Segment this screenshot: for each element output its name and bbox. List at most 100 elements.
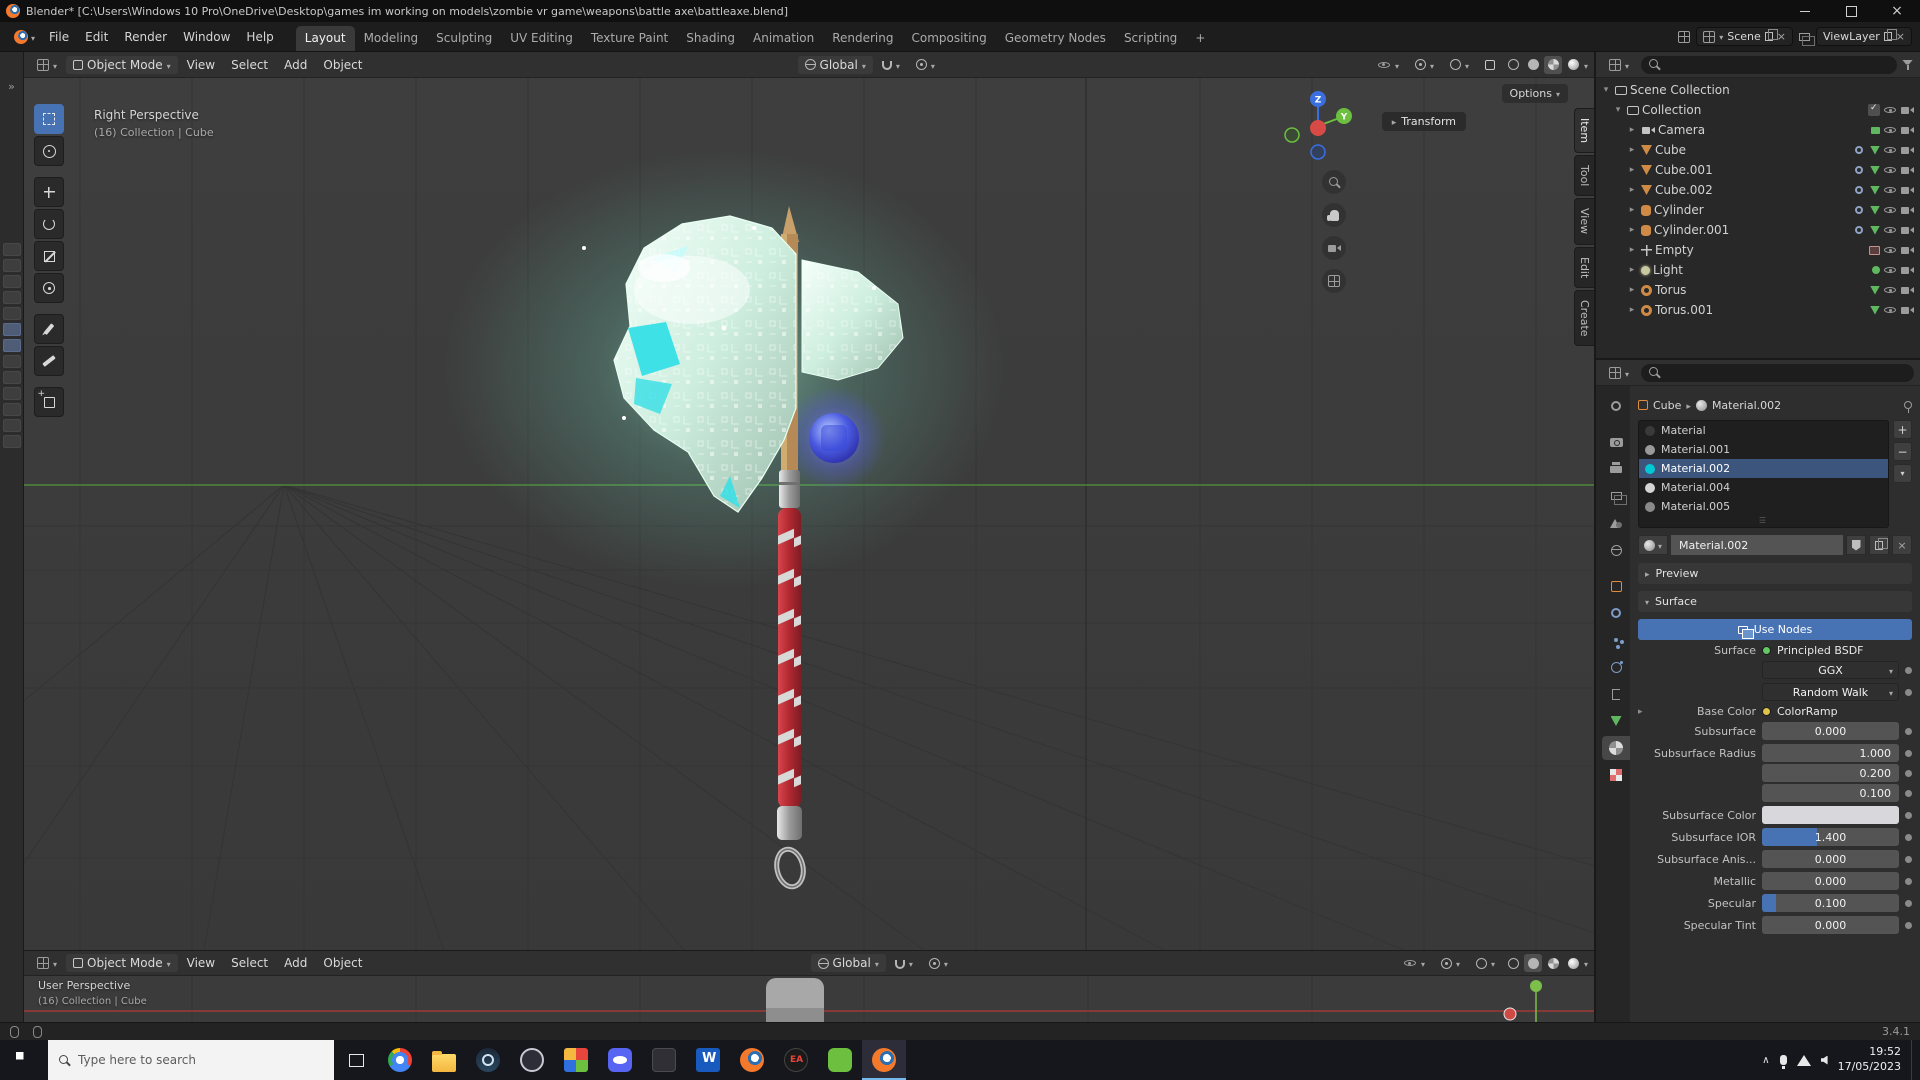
ea-taskbar-button[interactable] (774, 1040, 818, 1080)
editor-type-button[interactable] (30, 56, 64, 74)
photos-taskbar-button[interactable] (554, 1040, 598, 1080)
pin-id-icon[interactable] (1904, 401, 1912, 413)
word-taskbar-button[interactable] (686, 1040, 730, 1080)
sidebar-tab-edit[interactable]: Edit (1574, 246, 1594, 288)
subsurface-color-swatch[interactable] (1762, 806, 1899, 824)
filter-icon[interactable] (1902, 59, 1914, 71)
workspace-tab-shading[interactable]: Shading (677, 26, 744, 51)
remove-slot-button[interactable] (1893, 442, 1912, 461)
outliner-row-cube002[interactable]: ▸ Cube.002 (1596, 180, 1920, 200)
workspace-tab-layout[interactable]: Layout (295, 26, 355, 51)
object-name[interactable]: Cube (1655, 143, 1686, 157)
collection-name[interactable]: Scene Collection (1630, 83, 1730, 97)
menu-edit[interactable]: Edit (77, 27, 116, 47)
object-name[interactable]: Torus.001 (1655, 303, 1713, 317)
add-cube-tool[interactable] (34, 387, 64, 417)
transform-orientation-select[interactable]: Global (810, 954, 886, 972)
camera-view-button[interactable] (1322, 236, 1346, 260)
workspace-tab-compositing[interactable]: Compositing (902, 26, 995, 51)
mic-icon[interactable] (1779, 1055, 1787, 1069)
menu-view[interactable]: View (180, 954, 222, 972)
annotate-tool[interactable] (34, 314, 64, 344)
workspace-tab-uv-editing[interactable]: UV Editing (501, 26, 582, 51)
thumbnail-tile[interactable] (2, 323, 21, 336)
wemod-taskbar-button[interactable] (818, 1040, 862, 1080)
properties-tab-object-data[interactable] (1602, 709, 1630, 733)
animate-dot[interactable] (1905, 921, 1912, 929)
new-viewlayer-icon[interactable] (1883, 29, 1897, 41)
outliner-row-empty[interactable]: ▸ Empty (1596, 240, 1920, 260)
subsurface-radius-field[interactable]: 1.000 (1762, 744, 1899, 762)
disclosure-icon[interactable]: ▸ (1626, 165, 1638, 175)
close-button[interactable] (1874, 0, 1920, 22)
material-slot-active[interactable]: Material.002 (1639, 459, 1888, 478)
rotate-tool[interactable] (34, 209, 64, 239)
disclosure-icon[interactable]: ▸ (1626, 305, 1638, 315)
zoom-button[interactable] (1322, 170, 1346, 194)
disclosure-icon[interactable]: ▾ (1612, 105, 1624, 115)
viewlayer-selector[interactable]: ViewLayer (1816, 27, 1912, 46)
hide-viewport-icon[interactable] (1883, 183, 1897, 197)
hide-viewport-icon[interactable] (1883, 103, 1897, 117)
menu-select[interactable]: Select (224, 56, 275, 74)
subsurface-ior-slider[interactable]: 1.400 (1762, 828, 1899, 846)
navigation-gizmo[interactable]: Z Y (1280, 88, 1356, 164)
move-tool[interactable] (34, 177, 64, 207)
hide-viewport-icon[interactable] (1883, 143, 1897, 157)
show-gizmo-button[interactable] (1408, 56, 1441, 74)
blender-active-taskbar-button[interactable] (862, 1040, 906, 1080)
object-name[interactable]: Light (1653, 263, 1683, 277)
thumbnail-tile[interactable] (2, 371, 21, 384)
file-explorer-taskbar-button[interactable] (422, 1040, 466, 1080)
transform-tool[interactable] (34, 273, 64, 303)
sidebar-tab-tool[interactable]: Tool (1574, 155, 1594, 197)
subsurface-radius-field[interactable]: 0.200 (1762, 764, 1899, 782)
menu-add[interactable]: Add (277, 954, 314, 972)
object-name[interactable]: Cylinder (1654, 203, 1704, 217)
object-name[interactable]: Cylin­der.001 (1654, 223, 1729, 237)
3d-viewport[interactable]: Right Perspective (16) Collection | Cube… (24, 78, 1594, 950)
disable-render-icon[interactable] (1900, 303, 1914, 317)
workspace-tab-scripting[interactable]: Scripting (1115, 26, 1186, 51)
preview-panel-header[interactable]: Preview (1638, 563, 1912, 584)
thumbnail-tile[interactable] (2, 339, 21, 352)
shading-rendered-button[interactable] (1564, 56, 1582, 74)
workspace-tab-sculpting[interactable]: Sculpting (427, 26, 501, 51)
disable-render-icon[interactable] (1900, 223, 1914, 237)
collection-name[interactable]: Collection (1642, 103, 1701, 117)
unlink-material-button[interactable] (1892, 535, 1912, 555)
minimize-button[interactable] (1782, 0, 1828, 22)
xray-toggle[interactable] (1478, 58, 1502, 72)
thumbnail-tile[interactable] (2, 419, 21, 432)
fake-user-button[interactable] (1846, 535, 1866, 555)
cursor-tool[interactable] (34, 136, 64, 166)
thumbnail-tile[interactable] (2, 403, 21, 416)
taskbar-search[interactable] (48, 1040, 334, 1080)
base-color-value[interactable]: ColorRamp (1762, 705, 1912, 718)
workspace-tab-animation[interactable]: Animation (744, 26, 823, 51)
disable-render-icon[interactable] (1900, 143, 1914, 157)
outliner-row-cube001[interactable]: ▸ Cube.001 (1596, 160, 1920, 180)
disable-render-icon[interactable] (1900, 263, 1914, 277)
properties-tab-texture[interactable] (1602, 763, 1630, 787)
subsurface-radius-field[interactable]: 0.100 (1762, 784, 1899, 802)
thumbnail-tile[interactable] (2, 355, 21, 368)
menu-select[interactable]: Select (224, 954, 275, 972)
show-desktop-button[interactable] (1911, 1040, 1916, 1080)
outliner-row-cylinder001[interactable]: ▸ Cylin­der.001 (1596, 220, 1920, 240)
hide-viewport-icon[interactable] (1883, 163, 1897, 177)
surface-shader-value[interactable]: Principled BSDF (1762, 644, 1912, 657)
expand-panel-icon[interactable]: » (8, 80, 15, 93)
start-button[interactable] (0, 1040, 48, 1080)
disable-render-icon[interactable] (1900, 203, 1914, 217)
menu-object[interactable]: Object (316, 56, 369, 74)
outliner-type-button[interactable] (1602, 56, 1636, 74)
subsurface-slider[interactable]: 0.000 (1762, 722, 1899, 740)
proportional-edit-toggle[interactable] (922, 954, 955, 972)
outliner-row-camera[interactable]: ▸ Camera (1596, 120, 1920, 140)
blender-menu-button[interactable] (8, 28, 41, 46)
add-slot-button[interactable] (1893, 420, 1912, 439)
surface-panel-header[interactable]: Surface (1638, 591, 1912, 612)
blender-taskbar-button[interactable] (730, 1040, 774, 1080)
outliner-row-light[interactable]: ▸ Light (1596, 260, 1920, 280)
